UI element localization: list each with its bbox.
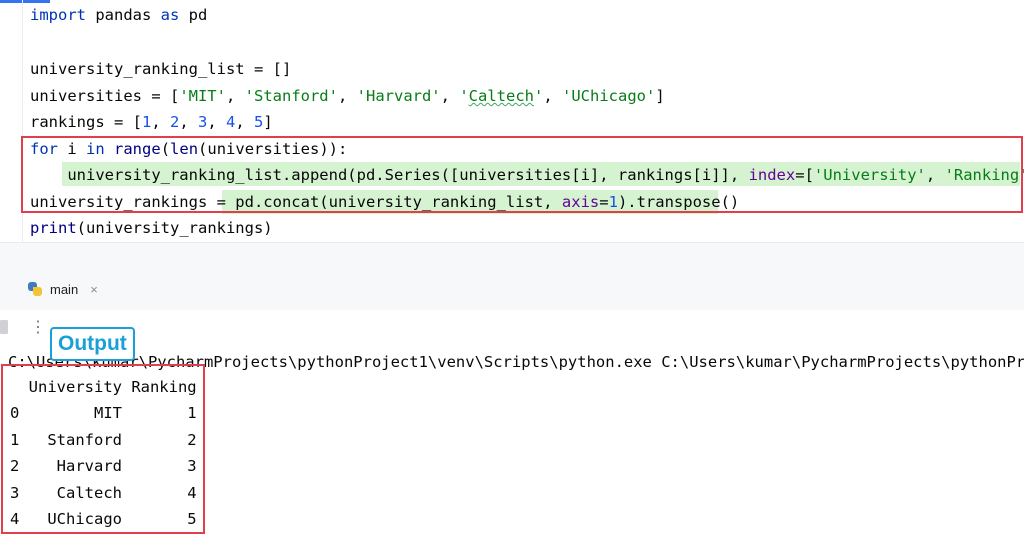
run-tab-main[interactable]: main × [28, 278, 98, 300]
annotation-loop-box [21, 136, 1023, 213]
code-editor[interactable]: import pandas as pd university_ranking_l… [0, 0, 1024, 242]
python-icon [28, 282, 42, 296]
code-line-4: universities = ['MIT', 'Stanford', 'Harv… [30, 87, 665, 105]
code-line-1: import pandas as pd [30, 6, 208, 24]
output-annotation-label: Output [50, 327, 135, 361]
panel-divider[interactable] [0, 242, 1024, 269]
more-options-icon[interactable]: ⋮ [30, 317, 46, 337]
run-toolbar [0, 310, 1024, 348]
annotation-output-box [1, 364, 205, 534]
run-tool-window-header: main × [0, 268, 1024, 311]
code-line-9: print(university_rankings) [30, 219, 273, 237]
close-icon[interactable]: × [90, 282, 98, 297]
ide-window: import pandas as pd university_ranking_l… [0, 0, 1024, 536]
stop-icon[interactable] [0, 320, 8, 334]
code-line-3: university_ranking_list = [] [30, 60, 292, 78]
code-line-5: rankings = [1, 2, 3, 4, 5] [30, 113, 273, 131]
run-tab-label: main [50, 281, 79, 297]
